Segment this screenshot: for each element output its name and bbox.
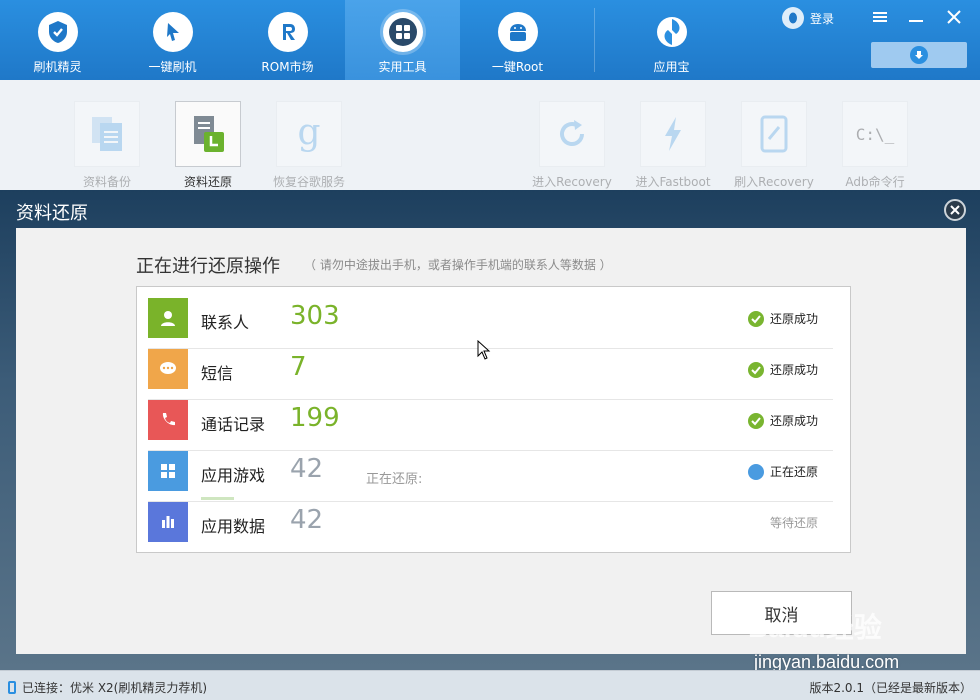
contact-icon xyxy=(148,298,188,338)
tool-restore[interactable]: 资料还原 xyxy=(175,101,241,190)
tool-label: 进入Fastboot xyxy=(635,175,711,189)
shield-icon xyxy=(37,12,78,52)
download-arrow-icon xyxy=(910,46,928,64)
row-status-label: 还原成功 xyxy=(769,312,818,326)
check-icon xyxy=(747,310,764,327)
row-status: 正在还原 xyxy=(747,463,818,480)
tool-label: 刷入Recovery xyxy=(734,175,814,189)
tool-label: 资料备份 xyxy=(82,175,131,189)
lightning-icon xyxy=(665,117,681,151)
restore-row-call-log: 通话记录 199 还原成功 xyxy=(148,400,833,451)
phone-device-icon xyxy=(8,681,16,694)
tool-google-services[interactable]: g 恢复谷歌服务 xyxy=(273,101,346,190)
app-store-icon xyxy=(652,12,692,52)
tool-strip: 资料备份 资料还原 g 恢复谷歌服务 进入Recovery 进入Fastboot… xyxy=(0,80,980,190)
menu-icon[interactable] xyxy=(868,6,892,28)
terminal-icon: C:\_ xyxy=(855,124,895,144)
nav-one-click-flash[interactable]: 一键刷机 xyxy=(115,0,230,80)
watermark-brand: Baidu经验 xyxy=(748,612,882,643)
row-count: 42 xyxy=(290,505,324,535)
restore-row-app-data: 应用数据 42 等待还原 xyxy=(148,502,833,553)
operation-hint: （ 请勿中途拔出手机，或者操作手机端的联系人等数据 ） xyxy=(304,258,612,272)
dialog-title: 资料还原 xyxy=(16,203,88,224)
tool-enter-recovery[interactable]: 进入Recovery xyxy=(532,101,612,190)
nav-shuajijingling[interactable]: 刷机精灵 xyxy=(0,0,115,80)
row-status-label: 等待还原 xyxy=(769,516,818,530)
row-status: 还原成功 xyxy=(747,412,818,429)
rom-r-icon xyxy=(267,12,308,52)
login-button[interactable]: 登录 xyxy=(782,7,834,29)
row-name: 应用游戏 xyxy=(201,466,266,485)
tool-label: 资料还原 xyxy=(183,175,232,189)
restore-document-icon xyxy=(194,116,224,152)
data-icon xyxy=(148,502,188,542)
google-g-icon: g xyxy=(297,114,320,153)
tool-label: 恢复谷歌服务 xyxy=(273,175,346,189)
nav-utility-tools[interactable]: 实用工具 xyxy=(345,0,460,80)
nav-divider xyxy=(594,8,595,72)
close-icon xyxy=(950,205,960,215)
row-name: 短信 xyxy=(201,364,234,383)
cursor-arrow-icon xyxy=(152,12,193,52)
nav-rom-market[interactable]: ROM市场 xyxy=(230,0,345,80)
login-label: 登录 xyxy=(810,11,835,26)
nav-label: 刷机精灵 xyxy=(33,60,82,74)
sms-icon xyxy=(148,349,188,389)
row-status-label: 正在还原 xyxy=(769,465,818,479)
tablet-edit-icon xyxy=(760,115,788,153)
documents-icon xyxy=(92,117,122,151)
grid-icon xyxy=(382,12,423,52)
android-icon xyxy=(497,12,538,52)
tool-label: 进入Recovery xyxy=(532,175,612,189)
nav-yingyongbao[interactable]: 应用宝 xyxy=(614,0,729,80)
row-count: 7 xyxy=(290,352,307,382)
row-count: 303 xyxy=(290,301,340,331)
restore-row-apps: 应用游戏 42 正在还原: 正在还原 xyxy=(148,451,833,502)
row-name: 联系人 xyxy=(201,313,250,332)
qq-penguin-icon xyxy=(782,7,804,29)
row-status: 等待还原 xyxy=(770,514,818,531)
tool-label: Adb命令行 xyxy=(845,175,905,189)
row-count: 42 xyxy=(290,454,324,484)
nav-label: 一键Root xyxy=(491,60,544,74)
dialog-close-button[interactable] xyxy=(944,199,966,221)
phone-icon xyxy=(148,400,188,440)
tool-backup[interactable]: 资料备份 xyxy=(74,101,140,190)
loading-icon xyxy=(747,463,764,480)
top-nav-bar: 刷机精灵 一键刷机 ROM市场 实用工具 一键Root 应用宝 登录 xyxy=(0,0,980,80)
progress-bar xyxy=(201,497,234,500)
row-count: 199 xyxy=(290,403,340,433)
tool-flash-recovery[interactable]: 刷入Recovery xyxy=(734,101,814,190)
check-icon xyxy=(747,361,764,378)
nav-label: ROM市场 xyxy=(261,60,314,74)
row-name: 应用数据 xyxy=(201,517,266,536)
row-progress-label: 正在还原: xyxy=(366,472,423,487)
nav-label: 应用宝 xyxy=(653,60,690,74)
svg-text:g: g xyxy=(297,114,320,153)
connection-status: 已连接：优米 X2(刷机精灵力荐机) xyxy=(8,679,207,696)
tool-enter-fastboot[interactable]: 进入Fastboot xyxy=(635,101,711,190)
refresh-icon xyxy=(560,120,584,146)
mouse-cursor-icon xyxy=(477,339,491,364)
operation-title: 正在进行还原操作 xyxy=(136,256,280,277)
nav-label: 一键刷机 xyxy=(148,60,197,74)
row-status-label: 还原成功 xyxy=(769,363,818,377)
tool-adb-command[interactable]: C:\_ Adb命令行 xyxy=(842,101,908,190)
nav-label: 实用工具 xyxy=(378,60,427,74)
row-status-label: 还原成功 xyxy=(769,414,818,428)
close-icon[interactable] xyxy=(942,6,966,28)
status-bar: 已连接：优米 X2(刷机精灵力荐机) 版本2.0.1（已经是最新版本） xyxy=(0,670,980,700)
row-name: 通话记录 xyxy=(201,415,266,434)
check-icon xyxy=(747,412,764,429)
connection-label: 已连接：优米 X2(刷机精灵力荐机) xyxy=(22,681,208,695)
row-status: 还原成功 xyxy=(747,361,818,378)
row-status: 还原成功 xyxy=(747,310,818,327)
version-label: 版本2.0.1（已经是最新版本） xyxy=(809,681,972,695)
apps-icon xyxy=(148,451,188,491)
minimize-icon[interactable] xyxy=(904,6,928,28)
download-button[interactable] xyxy=(871,42,967,68)
nav-one-click-root[interactable]: 一键Root xyxy=(460,0,575,80)
